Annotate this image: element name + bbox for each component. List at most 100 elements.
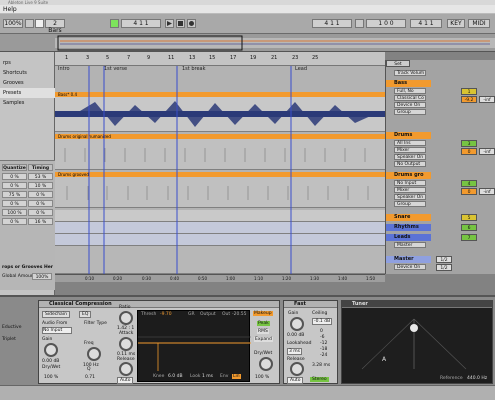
output-routing[interactable]: Group — [394, 201, 426, 207]
beat-ruler[interactable]: 1 3 5 7 9 11 13 15 17 19 21 23 25 — [55, 52, 385, 66]
gain-knob[interactable] — [290, 317, 304, 331]
input-type[interactable]: No Input — [394, 180, 426, 186]
eq-button[interactable]: EQ — [79, 311, 92, 318]
track-volume[interactable]: -9.2 — [461, 96, 477, 103]
lin-button[interactable]: Lin — [232, 374, 241, 379]
punch-out-position[interactable]: 4 1 1 — [410, 19, 442, 28]
record-button[interactable] — [187, 19, 196, 28]
loop-button[interactable] — [355, 19, 364, 28]
peak-button[interactable]: Peak — [257, 321, 270, 326]
makeup-button[interactable]: Makeup — [253, 311, 273, 316]
stereo-button[interactable]: Stereo — [310, 377, 329, 382]
follow-button[interactable] — [110, 19, 119, 28]
groove-quantize[interactable]: 0 % — [2, 200, 27, 207]
loop-start[interactable]: 4 1 1 — [312, 19, 352, 28]
track-header-bass[interactable]: Bass — [386, 80, 431, 87]
play-button[interactable] — [165, 19, 174, 28]
track-volume-select[interactable]: Track Volum — [394, 70, 426, 76]
ratio-knob[interactable] — [119, 311, 133, 325]
key-map-button[interactable]: KEY — [447, 19, 465, 28]
track-volume[interactable]: 0 — [461, 188, 477, 195]
drywet2-knob[interactable] — [259, 357, 273, 371]
groove-quantize[interactable]: 0 % — [2, 218, 27, 225]
quantize-menu[interactable]: 2 Bars — [45, 19, 65, 34]
browser-item[interactable]: Shortcuts — [0, 68, 55, 78]
groove-quantize[interactable]: 0 % — [2, 182, 27, 189]
auto-release-button[interactable]: Auto — [117, 377, 134, 384]
track-number[interactable]: 5 — [461, 214, 477, 221]
input-channel[interactable]: Mixer — [394, 147, 426, 153]
monitor-mode[interactable]: Speaker On — [394, 154, 426, 160]
track-header-rhythms[interactable]: Rhythms — [386, 224, 431, 231]
browser-item[interactable]: Samples — [0, 98, 55, 108]
attack-knob[interactable] — [119, 337, 133, 351]
zoom-display[interactable]: 100% — [3, 19, 23, 28]
arrangement-overview[interactable] — [0, 34, 495, 52]
arrangement-view[interactable]: 1 3 5 7 9 11 13 15 17 19 21 23 25 Intro … — [55, 52, 385, 274]
groove-quantize[interactable]: 100 % — [2, 209, 27, 216]
overdub-button[interactable] — [25, 19, 34, 28]
lookahead-select[interactable]: 3 ms — [287, 348, 303, 355]
track-volume[interactable]: 0 — [461, 148, 477, 155]
track-number[interactable]: 4 — [461, 180, 477, 187]
stop-button[interactable] — [176, 19, 185, 28]
master-out[interactable]: 1/2 — [436, 264, 452, 271]
expand-button[interactable]: Expand — [254, 337, 273, 342]
auto-button[interactable]: Auto — [287, 377, 304, 384]
track-number[interactable]: 1 — [461, 88, 477, 95]
output-routing[interactable]: Master — [394, 242, 426, 248]
groove-timing[interactable]: 53 % — [28, 173, 53, 180]
input-type[interactable]: All Ins — [394, 140, 426, 146]
compressor-display[interactable]: Thresh -9.70 GR Output Out -20.55 Knee 6… — [137, 310, 251, 382]
output-routing[interactable]: No Output — [394, 161, 426, 167]
groove-quantize[interactable]: 0 % — [2, 173, 27, 180]
limiter-device[interactable]: Fast Gain 0.00 dB Ceiling -0.1 dB Lookah… — [283, 300, 338, 384]
master-device-on[interactable]: Device On — [394, 264, 426, 270]
input-channel[interactable]: Classical Co — [394, 95, 426, 101]
compressor-title[interactable]: Classical Compression — [39, 301, 279, 308]
release-knob[interactable] — [119, 362, 133, 376]
limiter-title[interactable]: Fast — [284, 301, 337, 308]
track-number[interactable]: 3 — [461, 140, 477, 147]
set-button[interactable]: Set — [386, 60, 410, 67]
groove-timing[interactable]: 0 % — [28, 209, 53, 216]
time-ruler[interactable]: 0:10 0:20 0:30 0:40 0:50 1:00 1:10 1:20 … — [55, 274, 385, 282]
groove-timing[interactable]: 0 % — [28, 191, 53, 198]
knee-value[interactable]: 6.0 dB — [168, 374, 183, 379]
ceiling-value[interactable]: -0.1 dB — [312, 318, 333, 325]
tuner-title[interactable]: Tuner — [342, 301, 492, 308]
reference-value[interactable]: 440.0 Hz — [467, 376, 487, 381]
groove-timing[interactable]: 10 % — [28, 182, 53, 189]
track-header-drums-grooved[interactable]: Drums gro — [386, 172, 431, 179]
rms-button[interactable]: RMS — [257, 329, 269, 334]
freq-knob[interactable] — [87, 347, 101, 361]
sidechain-button[interactable]: Sidechain — [42, 311, 70, 318]
midi-map-button[interactable]: MIDI — [468, 19, 490, 28]
track-number[interactable]: 6 — [461, 224, 477, 231]
output-routing[interactable]: Group — [394, 109, 426, 115]
input-type[interactable]: Full, No — [394, 88, 426, 94]
track-header-master[interactable]: Master — [386, 256, 431, 263]
global-amount-value[interactable]: 100% — [32, 273, 52, 280]
groove-timing[interactable]: 16 % — [28, 218, 53, 225]
metronome-button[interactable] — [35, 19, 44, 28]
look-value[interactable]: 1 ms — [202, 374, 213, 379]
track-header-snare[interactable]: Snare — [386, 214, 431, 221]
groove-quantize[interactable]: 75 % — [2, 191, 27, 198]
monitor-mode[interactable]: Speaker On — [394, 194, 426, 200]
audio-from-select[interactable]: No Input — [42, 327, 72, 334]
master-cue-out[interactable]: 1/2 — [436, 256, 452, 263]
track-header-drums[interactable]: Drums — [386, 132, 431, 139]
browser-item[interactable]: rps — [0, 58, 55, 68]
compressor-device[interactable]: Classical Compression Sidechain EQ Audio… — [38, 300, 280, 384]
gain-knob[interactable] — [44, 343, 58, 357]
browser-item-selected[interactable]: Presets — [0, 88, 55, 98]
tuner-device[interactable]: Tuner A Reference 440.0 Hz — [341, 300, 493, 384]
menu-help[interactable]: Help — [3, 6, 17, 13]
track-number[interactable]: 7 — [461, 234, 477, 241]
loop-length[interactable]: 1 0 0 — [366, 19, 406, 28]
release-knob[interactable] — [290, 362, 304, 376]
browser-item[interactable]: Grooves — [0, 78, 55, 88]
arrangement-position[interactable]: 4 1 1 — [121, 19, 161, 28]
groove-timing[interactable]: 0 % — [28, 200, 53, 207]
